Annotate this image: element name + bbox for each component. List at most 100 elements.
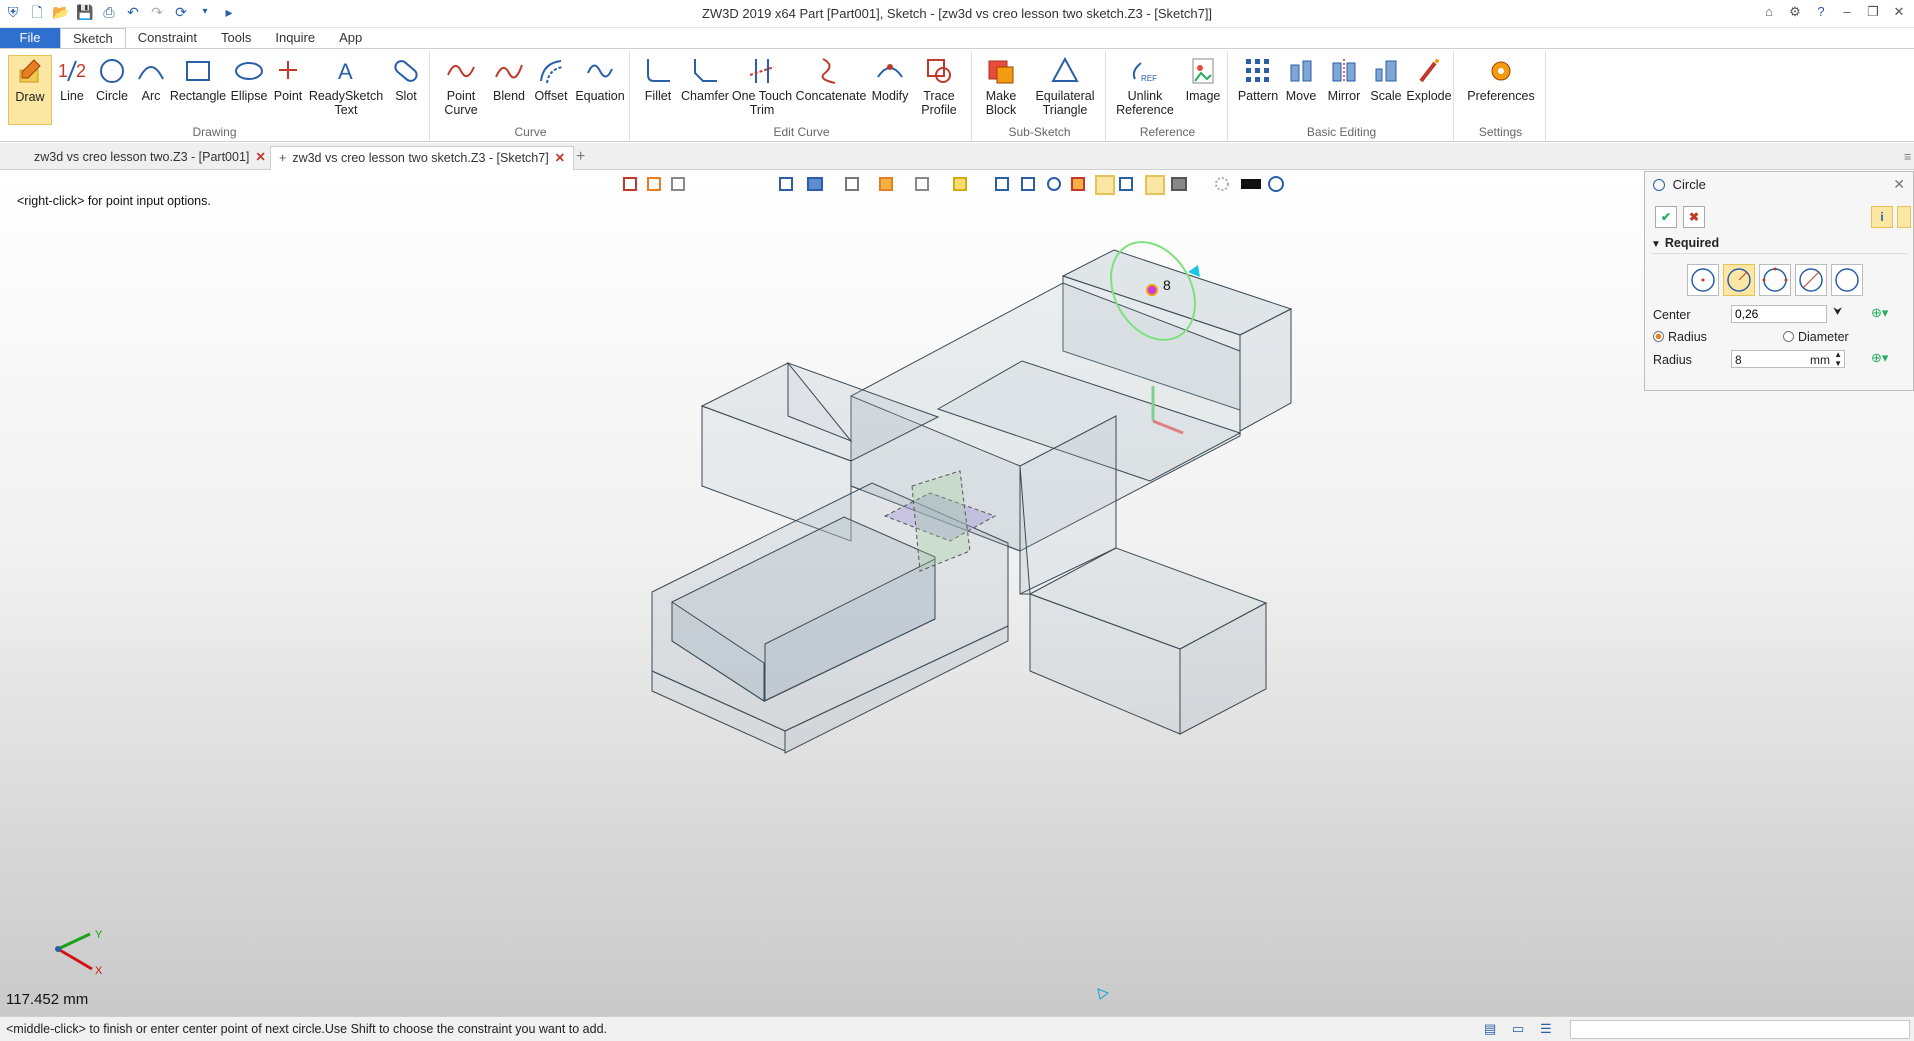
point-curve-button[interactable]: Point Curve — [436, 55, 486, 117]
move-button[interactable]: Move — [1280, 55, 1322, 103]
blend-button[interactable]: Blend — [488, 55, 530, 103]
group-label-curve: Curve — [514, 125, 547, 139]
mirror-button[interactable]: Mirror — [1322, 55, 1366, 103]
status-list-icon[interactable]: ☰ — [1540, 1021, 1552, 1037]
one-touch-trim-button[interactable]: One Touch Trim — [730, 55, 794, 117]
print-icon[interactable]: ⎙ — [100, 3, 118, 21]
image-button[interactable]: Image — [1182, 55, 1224, 103]
dropdown-arrow-icon[interactable]: ▾ — [196, 3, 214, 21]
tab-constraint[interactable]: Constraint — [126, 28, 209, 48]
tab-tools[interactable]: Tools — [209, 28, 263, 48]
center-options-chevron-icon[interactable]: ⮟ — [1833, 306, 1842, 319]
center-radius-mode-icon[interactable] — [1687, 264, 1719, 296]
status-display-icon[interactable]: ▭ — [1512, 1021, 1524, 1037]
panel-close-icon[interactable]: ✕ — [1893, 176, 1905, 193]
new-tab-icon[interactable]: + — [568, 146, 593, 170]
two-point-mode-icon[interactable] — [1795, 264, 1827, 296]
line-icon: 12 — [58, 60, 86, 82]
settings-gear-icon[interactable]: ⚙ — [1784, 2, 1806, 22]
point-button[interactable]: Point — [270, 55, 306, 103]
pattern-button[interactable]: Pattern — [1236, 55, 1280, 103]
equilateral-triangle-button[interactable]: Equilateral Triangle — [1028, 55, 1102, 117]
offset-button[interactable]: Offset — [530, 55, 572, 103]
radius-radio[interactable]: Radius — [1653, 330, 1707, 344]
radius-label: Radius — [1653, 353, 1692, 367]
undo-icon[interactable]: ↶ — [124, 3, 142, 21]
line-button[interactable]: 12 Line — [54, 55, 90, 103]
tab-sketch[interactable]: Sketch — [60, 28, 126, 48]
minimize-icon[interactable]: – — [1836, 2, 1858, 22]
chamfer-button[interactable]: Chamfer — [680, 55, 730, 103]
info-icon[interactable]: i — [1871, 206, 1893, 228]
tabs-menu-icon[interactable]: ≡ — [1896, 146, 1914, 170]
group-curve: Point Curve Blend Offset Equation Curve — [432, 51, 630, 141]
tab-file[interactable]: File — [0, 28, 60, 48]
command-input-field[interactable] — [1570, 1020, 1910, 1039]
doc-tab-part[interactable]: zw3d vs creo lesson two.Z3 - [Part001] ✕ — [26, 146, 274, 170]
panel-expand-icon[interactable] — [1897, 206, 1911, 228]
required-section-header[interactable]: ▼ Required — [1651, 236, 1907, 254]
tab-inquire[interactable]: Inquire — [263, 28, 327, 48]
model-body — [651, 249, 1293, 754]
graphics-viewport[interactable]: <right-click> for point input options. 8… — [0, 171, 1914, 1016]
explode-icon — [1419, 59, 1439, 83]
window-title: ZW3D 2019 x64 Part [Part001], Sketch - [… — [701, 6, 1213, 21]
restore-icon[interactable]: ❐ — [1862, 2, 1884, 22]
tab-app[interactable]: App — [327, 28, 374, 48]
explode-button[interactable]: Explode — [1406, 55, 1452, 103]
modify-button[interactable]: Modify — [868, 55, 912, 103]
close-icon[interactable]: ✕ — [1888, 2, 1910, 22]
measure-readout: 117.452 mm — [6, 991, 89, 1008]
help-icon[interactable]: ? — [1810, 2, 1832, 22]
svg-text:1: 1 — [58, 61, 68, 81]
rectangle-button[interactable]: Rectangle — [168, 55, 228, 103]
point-curve-icon — [447, 64, 475, 78]
slot-button[interactable]: Slot — [384, 55, 428, 103]
ellipse-button[interactable]: Ellipse — [228, 55, 270, 103]
group-edit-curve: Fillet Chamfer One Touch Trim Concatenate… — [632, 51, 972, 141]
play-icon[interactable]: ▸ — [220, 3, 238, 21]
scale-button[interactable]: Scale — [1366, 55, 1406, 103]
tangent-mode-icon[interactable] — [1831, 264, 1863, 296]
help-up-icon[interactable]: ⌂ — [1758, 2, 1780, 22]
readysketch-text-button[interactable]: A ReadySketch Text — [308, 55, 384, 117]
radius-field[interactable]: 8 mm ▲ ▼ — [1731, 350, 1845, 368]
redo-icon[interactable]: ↷ — [148, 3, 166, 21]
center-input[interactable] — [1731, 305, 1827, 323]
app-logo-icon[interactable]: ⛨ — [4, 3, 22, 21]
unlink-reference-button[interactable]: REF Unlink Reference — [1110, 55, 1180, 117]
radius-spinner-icon[interactable]: ▲ ▼ — [1834, 350, 1842, 368]
doc-tab-sketch[interactable]: + zw3d vs creo lesson two sketch.Z3 - [Sk… — [270, 146, 575, 170]
equation-button[interactable]: Equation — [572, 55, 628, 103]
center-pick-icon[interactable]: ⊕▾ — [1871, 305, 1888, 321]
diameter-radio[interactable]: Diameter — [1783, 330, 1849, 344]
three-point-mode-icon[interactable] — [1759, 264, 1791, 296]
ok-check-icon[interactable]: ✔ — [1655, 206, 1677, 228]
pencil-icon — [19, 59, 41, 83]
concatenate-button[interactable]: Concatenate — [794, 55, 868, 103]
mirror-icon — [1332, 59, 1356, 83]
draw-button[interactable]: Draw — [8, 55, 52, 125]
pattern-icon — [1246, 59, 1269, 82]
global-axis-triad — [55, 932, 93, 971]
trace-profile-button[interactable]: Trace Profile — [914, 55, 964, 117]
fillet-button[interactable]: Fillet — [636, 55, 680, 103]
3d-model-view[interactable]: 8 Y X — [0, 171, 1914, 1016]
preferences-button[interactable]: Preferences — [1460, 55, 1542, 103]
status-layout-icon[interactable]: ▤ — [1484, 1021, 1496, 1037]
refresh-icon[interactable]: ⟳ — [172, 3, 190, 21]
arc-button[interactable]: Arc — [134, 55, 168, 103]
make-block-button[interactable]: Make Block — [978, 55, 1024, 117]
radius-pick-icon[interactable]: ⊕▾ — [1871, 350, 1888, 366]
close-tab-icon[interactable]: ✕ — [255, 150, 265, 164]
svg-text:2: 2 — [76, 61, 86, 81]
circle-button[interactable]: Circle — [92, 55, 132, 103]
center-point-mode-icon[interactable] — [1723, 264, 1755, 296]
open-folder-icon[interactable]: 📂 — [52, 3, 70, 21]
cancel-x-icon[interactable]: ✖ — [1683, 206, 1705, 228]
close-tab-icon[interactable]: ✕ — [555, 151, 565, 165]
save-icon[interactable]: 💾 — [76, 3, 94, 21]
new-file-icon[interactable]: 🗋 — [28, 3, 46, 21]
circle-command-panel: Circle ✕ ✔ ✖ i ▼Required Center ⮟ ⊕▾ Rad… — [1644, 171, 1914, 391]
status-bar: <middle-click> to finish or enter center… — [0, 1016, 1914, 1041]
